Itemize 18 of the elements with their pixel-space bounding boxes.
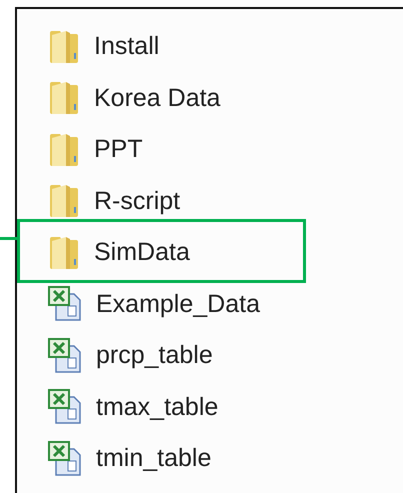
file-name[interactable]: Example_Data	[96, 290, 260, 319]
file-name[interactable]: PPT	[94, 135, 143, 164]
file-name[interactable]: Korea Data	[94, 84, 220, 113]
file-name[interactable]: prcp_table	[96, 341, 213, 370]
file-name[interactable]: Install	[94, 32, 160, 62]
folder-icon	[48, 183, 80, 220]
spreadsheet-icon	[48, 389, 82, 426]
folder-icon	[48, 234, 80, 271]
file-name[interactable]: R-script	[94, 186, 180, 216]
folder-icon	[48, 28, 80, 65]
file-name[interactable]: SimData	[94, 238, 190, 268]
spreadsheet-icon	[48, 440, 82, 477]
spreadsheet-icon	[48, 286, 82, 322]
spreadsheet-icon	[48, 338, 82, 374]
folder-icon	[48, 80, 80, 116]
file-name[interactable]: tmin_table	[96, 444, 212, 474]
file-name[interactable]: tmax_table	[96, 392, 218, 422]
folder-icon	[48, 132, 80, 168]
